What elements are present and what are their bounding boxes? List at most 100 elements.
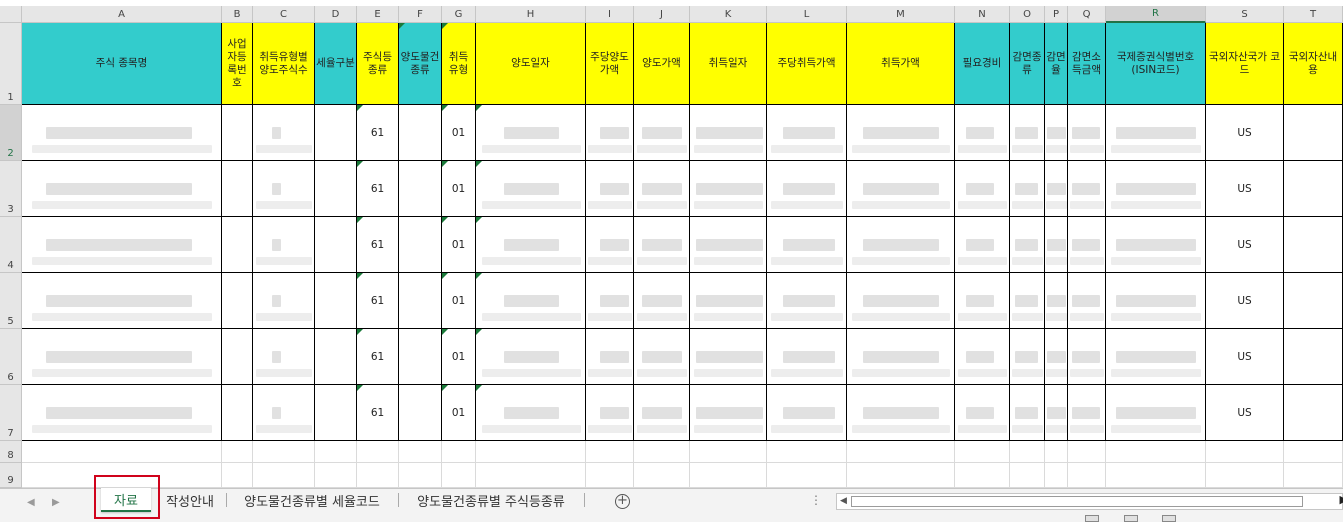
table-cell-d6[interactable] (315, 329, 357, 385)
sheet-tab-data[interactable]: 자료 (101, 488, 151, 512)
header-cell-o[interactable]: 감면종류 (1010, 23, 1045, 105)
header-cell-q[interactable]: 감면소득금액 (1068, 23, 1106, 105)
empty-cell-r8[interactable] (1106, 441, 1206, 463)
empty-cell-f8[interactable] (399, 441, 442, 463)
empty-cell-l8[interactable] (767, 441, 847, 463)
table-cell-g4[interactable]: 01 (442, 217, 476, 273)
column-header-t[interactable]: T (1284, 6, 1343, 23)
header-cell-g[interactable]: 취득 유형 (442, 23, 476, 105)
row-header-1[interactable]: 1 (0, 23, 22, 105)
column-header-e[interactable]: E (357, 6, 399, 23)
table-cell-f2[interactable] (399, 105, 442, 161)
table-cell-g3[interactable]: 01 (442, 161, 476, 217)
column-header-n[interactable]: N (955, 6, 1010, 23)
header-cell-t[interactable]: 국외자산내용 (1284, 23, 1343, 105)
table-cell-d7[interactable] (315, 385, 357, 441)
empty-cell-d9[interactable] (315, 463, 357, 488)
tab-scroll-right-icon[interactable]: ▶ (52, 497, 60, 508)
empty-cell-o8[interactable] (1010, 441, 1045, 463)
column-header-f[interactable]: F (399, 6, 442, 23)
table-cell-d5[interactable] (315, 273, 357, 329)
empty-cell-c9[interactable] (253, 463, 315, 488)
empty-cell-s9[interactable] (1206, 463, 1284, 488)
select-all-corner[interactable] (0, 6, 22, 23)
empty-cell-i9[interactable] (586, 463, 634, 488)
empty-cell-p9[interactable] (1045, 463, 1068, 488)
table-cell-f3[interactable] (399, 161, 442, 217)
add-sheet-icon[interactable]: + (615, 494, 630, 509)
row-header-8[interactable]: 8 (0, 441, 22, 463)
column-header-q[interactable]: Q (1068, 6, 1106, 23)
empty-cell-i8[interactable] (586, 441, 634, 463)
header-cell-a[interactable]: 주식 종목명 (22, 23, 222, 105)
table-cell-d2[interactable] (315, 105, 357, 161)
table-cell-b7[interactable] (222, 385, 253, 441)
table-cell-t5[interactable] (1284, 273, 1343, 329)
empty-cell-t8[interactable] (1284, 441, 1343, 463)
empty-cell-n8[interactable] (955, 441, 1010, 463)
header-cell-m[interactable]: 취득가액 (847, 23, 955, 105)
column-header-j[interactable]: J (634, 6, 690, 23)
header-cell-k[interactable]: 취득일자 (690, 23, 767, 105)
table-cell-s7[interactable]: US (1206, 385, 1284, 441)
header-cell-h[interactable]: 양도일자 (476, 23, 586, 105)
header-cell-c[interactable]: 취득유형별 양도주식수 (253, 23, 315, 105)
sheet-tab-stock-type[interactable]: 양도물건종류별 주식등종류 (404, 488, 578, 512)
split-handle-icon[interactable]: ⋮ (810, 493, 822, 507)
scrollbar-thumb[interactable] (851, 496, 1303, 507)
empty-cell-m9[interactable] (847, 463, 955, 488)
table-cell-s3[interactable]: US (1206, 161, 1284, 217)
header-cell-e[interactable]: 주식등 종류 (357, 23, 399, 105)
empty-cell-g8[interactable] (442, 441, 476, 463)
empty-cell-h8[interactable] (476, 441, 586, 463)
empty-cell-p8[interactable] (1045, 441, 1068, 463)
empty-cell-d8[interactable] (315, 441, 357, 463)
table-cell-e5[interactable]: 61 (357, 273, 399, 329)
column-header-h[interactable]: H (476, 6, 586, 23)
table-cell-g6[interactable]: 01 (442, 329, 476, 385)
column-header-a[interactable]: A (22, 6, 222, 23)
empty-cell-m8[interactable] (847, 441, 955, 463)
page-layout-icon[interactable] (1124, 515, 1138, 522)
table-cell-f4[interactable] (399, 217, 442, 273)
empty-cell-k9[interactable] (690, 463, 767, 488)
header-cell-n[interactable]: 필요경비 (955, 23, 1010, 105)
empty-cell-a9[interactable] (22, 463, 222, 488)
empty-cell-e9[interactable] (357, 463, 399, 488)
table-cell-s5[interactable]: US (1206, 273, 1284, 329)
table-cell-f5[interactable] (399, 273, 442, 329)
table-cell-f7[interactable] (399, 385, 442, 441)
table-cell-e6[interactable]: 61 (357, 329, 399, 385)
table-cell-d3[interactable] (315, 161, 357, 217)
row-header-7[interactable]: 7 (0, 385, 22, 441)
table-cell-d4[interactable] (315, 217, 357, 273)
column-header-m[interactable]: M (847, 6, 955, 23)
empty-cell-b8[interactable] (222, 441, 253, 463)
empty-cell-j8[interactable] (634, 441, 690, 463)
tab-scroll-left-icon[interactable]: ◀ (27, 497, 35, 508)
empty-cell-t9[interactable] (1284, 463, 1343, 488)
empty-cell-a8[interactable] (22, 441, 222, 463)
column-header-c[interactable]: C (253, 6, 315, 23)
normal-view-icon[interactable] (1085, 515, 1099, 522)
table-cell-e7[interactable]: 61 (357, 385, 399, 441)
table-cell-b6[interactable] (222, 329, 253, 385)
empty-cell-b9[interactable] (222, 463, 253, 488)
empty-cell-f9[interactable] (399, 463, 442, 488)
row-header-9[interactable]: 9 (0, 463, 22, 488)
table-cell-e2[interactable]: 61 (357, 105, 399, 161)
table-cell-g2[interactable]: 01 (442, 105, 476, 161)
empty-cell-s8[interactable] (1206, 441, 1284, 463)
table-cell-t2[interactable] (1284, 105, 1343, 161)
empty-cell-r9[interactable] (1106, 463, 1206, 488)
header-cell-b[interactable]: 사업자등록번호 (222, 23, 253, 105)
column-header-l[interactable]: L (767, 6, 847, 23)
empty-cell-j9[interactable] (634, 463, 690, 488)
table-cell-t3[interactable] (1284, 161, 1343, 217)
scroll-left-icon[interactable]: ◀ (840, 496, 847, 506)
column-header-d[interactable]: D (315, 6, 357, 23)
horizontal-scrollbar[interactable]: ◀ ▶ (836, 493, 1343, 510)
header-cell-j[interactable]: 양도가액 (634, 23, 690, 105)
header-cell-d[interactable]: 세율구분 (315, 23, 357, 105)
table-cell-s4[interactable]: US (1206, 217, 1284, 273)
